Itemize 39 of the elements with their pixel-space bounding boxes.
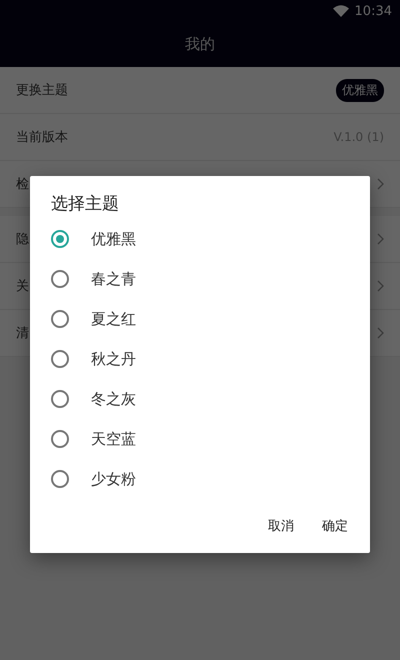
theme-option[interactable]: 夏之红 [30, 299, 370, 339]
theme-option[interactable]: 春之青 [30, 259, 370, 299]
option-label: 优雅黑 [91, 230, 136, 248]
theme-badge: 优雅黑 [336, 78, 384, 102]
row-label: 检 [16, 176, 29, 193]
dialog-button[interactable]: 确定 [310, 509, 360, 543]
radio-button[interactable] [51, 390, 69, 408]
option-label: 少女粉 [91, 470, 136, 488]
radio-button[interactable] [51, 270, 69, 288]
wifi-icon [332, 5, 349, 17]
settings-row[interactable]: 更换主题 优雅黑 [0, 67, 400, 114]
chevron-icon [377, 327, 384, 339]
row-label: 隐 [16, 231, 29, 248]
row-label: 更换主题 [16, 82, 68, 99]
theme-option[interactable]: 冬之灰 [30, 379, 370, 419]
radio-button[interactable] [51, 470, 69, 488]
row-label: 关 [16, 278, 29, 295]
theme-option[interactable]: 秋之丹 [30, 339, 370, 379]
dialog-button[interactable]: 取消 [256, 509, 306, 543]
theme-option[interactable]: 少女粉 [30, 459, 370, 499]
option-label: 天空蓝 [91, 430, 136, 448]
radio-button[interactable] [51, 310, 69, 328]
row-label: 清 [16, 325, 29, 342]
theme-option[interactable]: 优雅黑 [30, 219, 370, 259]
radio-button[interactable] [51, 430, 69, 448]
dialog-title: 选择主题 [51, 193, 120, 215]
radio-button[interactable] [51, 230, 69, 248]
option-label: 春之青 [91, 270, 136, 288]
theme-option[interactable]: 天空蓝 [30, 419, 370, 459]
chevron-icon [377, 280, 384, 292]
option-label: 秋之丹 [91, 350, 136, 368]
chevron-icon [377, 178, 384, 190]
page-title: 我的 [185, 35, 215, 54]
chevron-icon [377, 233, 384, 245]
option-label: 夏之红 [91, 310, 136, 328]
option-label: 冬之灰 [91, 390, 136, 408]
status-time: 10:34 [354, 4, 392, 18]
radio-button[interactable] [51, 350, 69, 368]
row-label: 当前版本 [16, 129, 68, 146]
